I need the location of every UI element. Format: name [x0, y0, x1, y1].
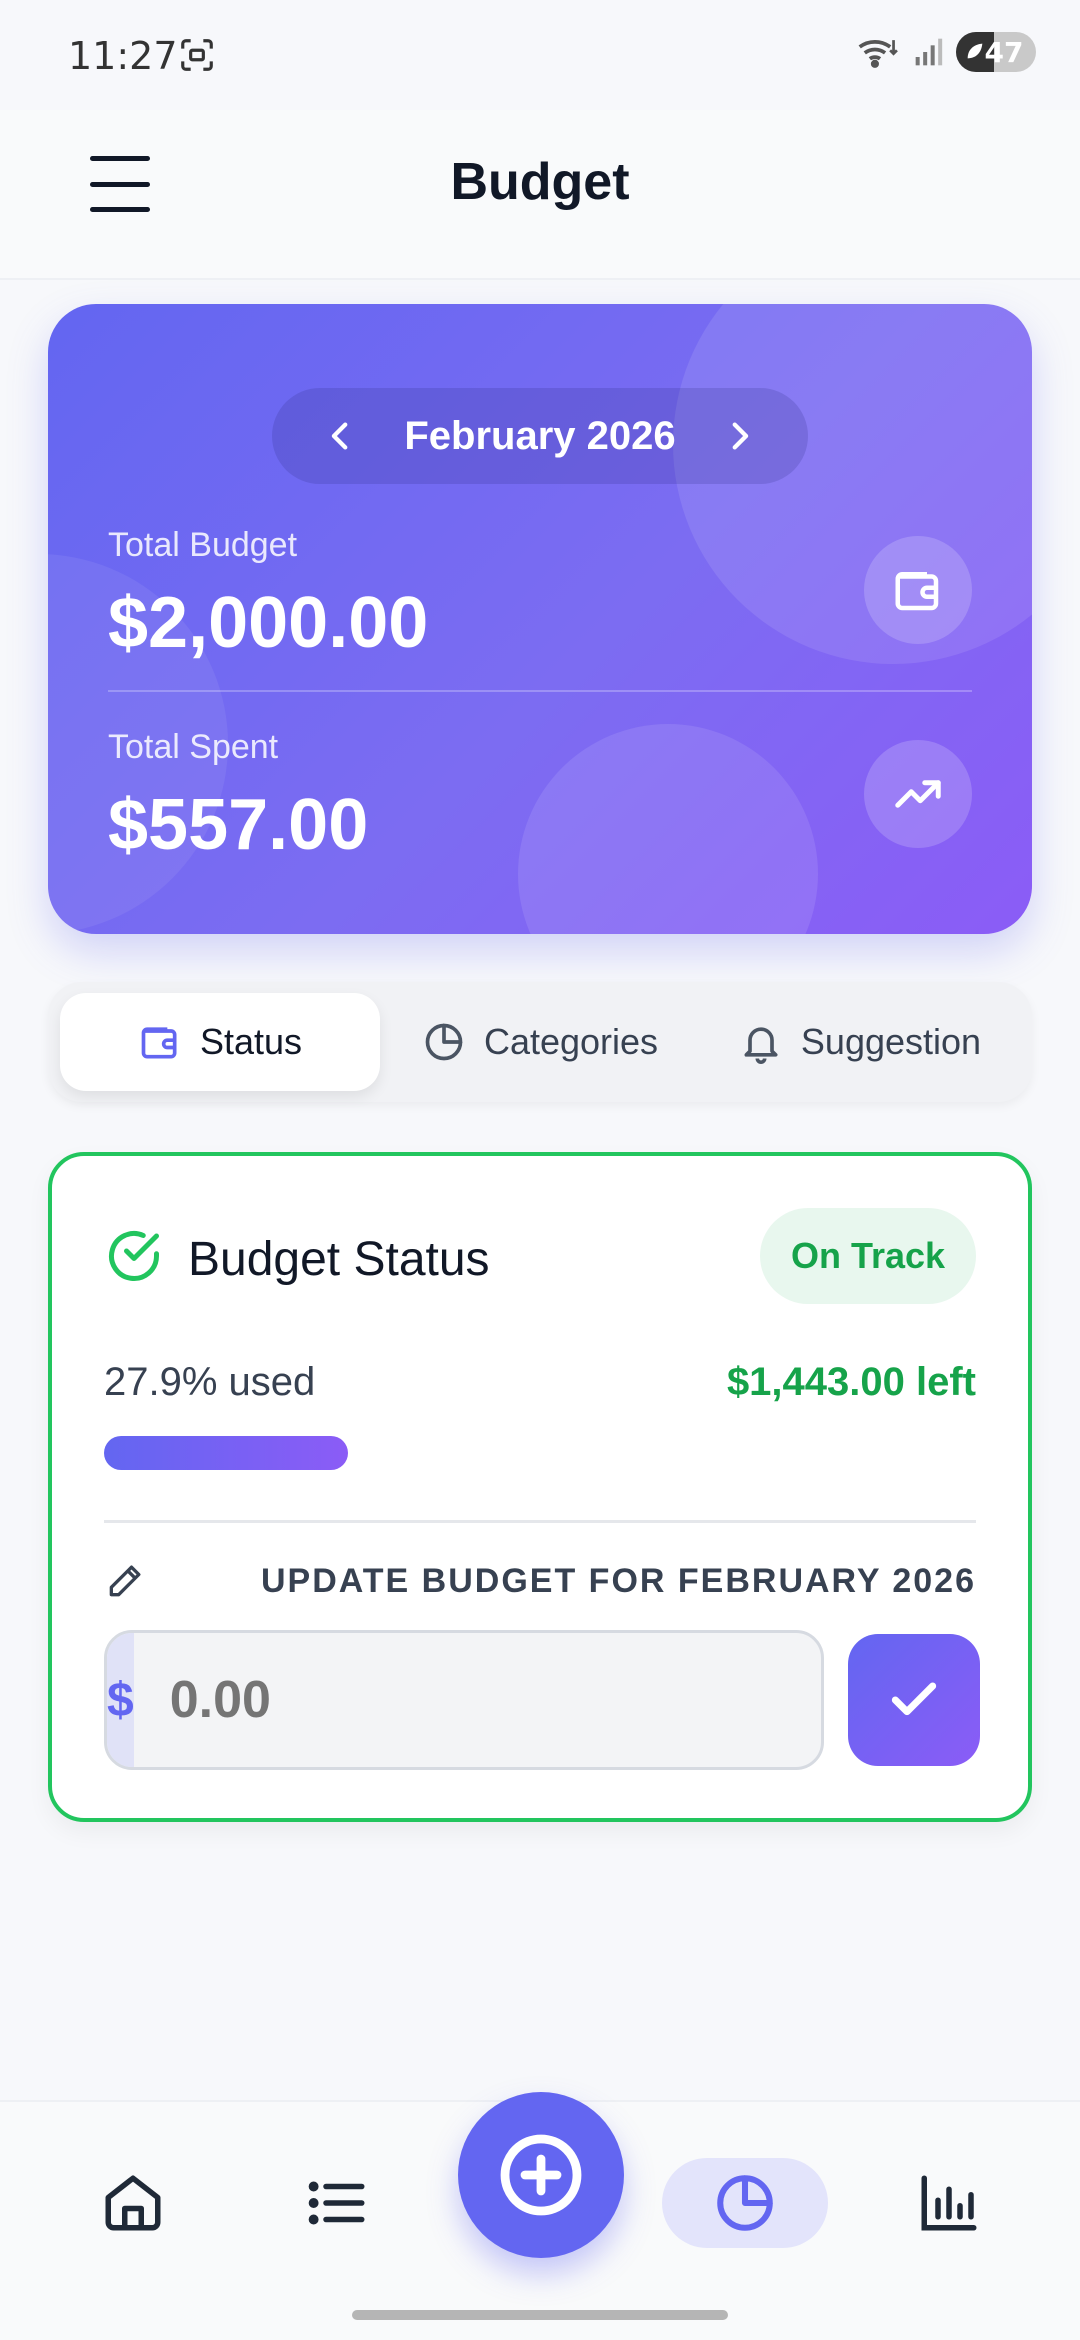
status-bar: 11:27 47 — [0, 0, 1080, 110]
app-bar: Budget — [0, 110, 1080, 280]
page-title: Budget — [450, 153, 630, 211]
home-icon — [105, 2175, 161, 2231]
signal-icon — [915, 38, 943, 66]
pie-chart-icon — [425, 1023, 463, 1061]
tab-categories[interactable]: Categories — [380, 993, 700, 1091]
status-icons: 47 — [858, 32, 1036, 72]
chevron-left-icon[interactable] — [324, 419, 358, 453]
wifi-icon — [858, 39, 898, 68]
check-circle-icon — [109, 1231, 159, 1281]
pencil-icon — [109, 1565, 141, 1597]
tab-suggestion-label: Suggestion — [800, 1021, 982, 1062]
nav-budget[interactable] — [662, 2158, 828, 2248]
tab-status-label: Status — [199, 1021, 303, 1062]
list-icon — [308, 2181, 365, 2225]
update-budget-label: UPDATE BUDGET FOR FEBRUARY 2026 — [260, 1562, 976, 1600]
chevron-right-icon[interactable] — [722, 419, 756, 453]
bell-icon — [744, 1027, 778, 1064]
total-spent-value: $557.00 — [108, 785, 369, 865]
home-indicator — [352, 2310, 728, 2320]
tab-status[interactable]: Status — [60, 993, 380, 1091]
battery-level: 47 — [984, 35, 1024, 69]
pie-chart-icon — [717, 2175, 773, 2231]
tab-suggestion[interactable]: Suggestion — [700, 993, 1020, 1091]
nav-statistics[interactable] — [894, 2158, 1004, 2248]
budget-amount-input[interactable] — [133, 1633, 821, 1767]
check-icon — [891, 1682, 937, 1716]
trending-up-icon — [864, 740, 972, 848]
nav-transactions[interactable] — [282, 2158, 392, 2248]
wallet-icon — [864, 536, 972, 644]
status-time: 11:27 — [68, 34, 178, 78]
total-budget-value: $2,000.00 — [108, 583, 429, 663]
status-badge: On Track — [760, 1208, 976, 1304]
save-budget-button[interactable] — [848, 1634, 980, 1766]
budget-status-card: Budget Status On Track 27.9% used $1,443… — [48, 1152, 1032, 1822]
month-selector: February 2026 — [272, 388, 808, 484]
budget-summary-card: February 2026 Total Budget $2,000.00 Tot… — [48, 304, 1032, 934]
budget-input-group: $ — [104, 1630, 824, 1770]
remaining-amount: $1,443.00 left — [726, 1360, 976, 1404]
budget-progress-fill — [104, 1436, 349, 1470]
nav-home[interactable] — [78, 2158, 188, 2248]
screenshot-icon — [181, 39, 213, 71]
total-spent-label: Total Spent — [108, 728, 279, 766]
bar-chart-icon — [921, 2175, 977, 2231]
budget-progress-bar — [104, 1436, 980, 1470]
budget-status-title: Budget Status — [188, 1233, 490, 1286]
currency-symbol: $ — [107, 1633, 134, 1767]
month-label: February 2026 — [404, 413, 676, 458]
add-transaction-button[interactable] — [458, 2092, 624, 2258]
total-budget-label: Total Budget — [108, 526, 298, 564]
tab-bar: Status Categories Suggestion — [48, 982, 1032, 1102]
battery-icon: 47 — [956, 32, 1036, 72]
wallet-icon — [141, 1027, 177, 1059]
tab-categories-label: Categories — [483, 1021, 659, 1062]
add-circle-icon — [500, 2134, 582, 2216]
used-percentage: 27.9% used — [104, 1360, 316, 1404]
